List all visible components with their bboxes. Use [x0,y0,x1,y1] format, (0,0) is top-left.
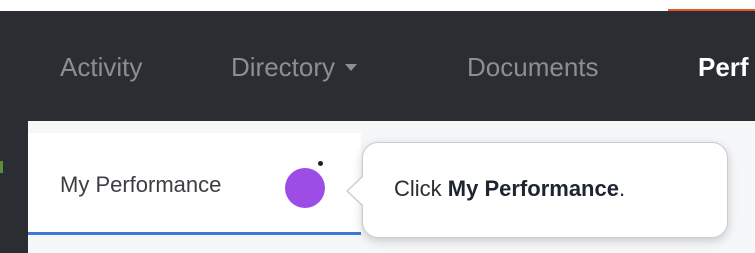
cursor-indicator [285,168,325,208]
cursor-tip [318,161,323,166]
edge-indicator [0,161,3,173]
chevron-down-icon [345,63,358,71]
left-edge [0,121,28,253]
guide-tooltip: Click My Performance. [346,142,728,238]
top-navbar: Activity Directory Documents Perf [0,11,755,121]
nav-item-label: Perf [698,52,749,82]
active-tab-underline [28,232,361,235]
nav-item-performance[interactable]: Perf [698,52,749,83]
nav-item-activity[interactable]: Activity [60,52,142,83]
top-strip [0,0,755,11]
nav-item-label: Documents [467,52,599,82]
tooltip-prefix: Click [394,176,448,201]
nav-item-label: Activity [60,52,143,82]
nav-item-directory[interactable]: Directory [231,52,358,83]
tooltip-arrow-fill [348,176,364,206]
tooltip-target: My Performance [447,176,619,201]
tooltip-suffix: . [618,176,626,201]
nav-item-label: Directory [231,52,336,82]
nav-item-documents[interactable]: Documents [467,52,599,83]
tooltip-text: Click My Performance. [394,176,625,202]
tab-label: My Performance [60,172,222,197]
